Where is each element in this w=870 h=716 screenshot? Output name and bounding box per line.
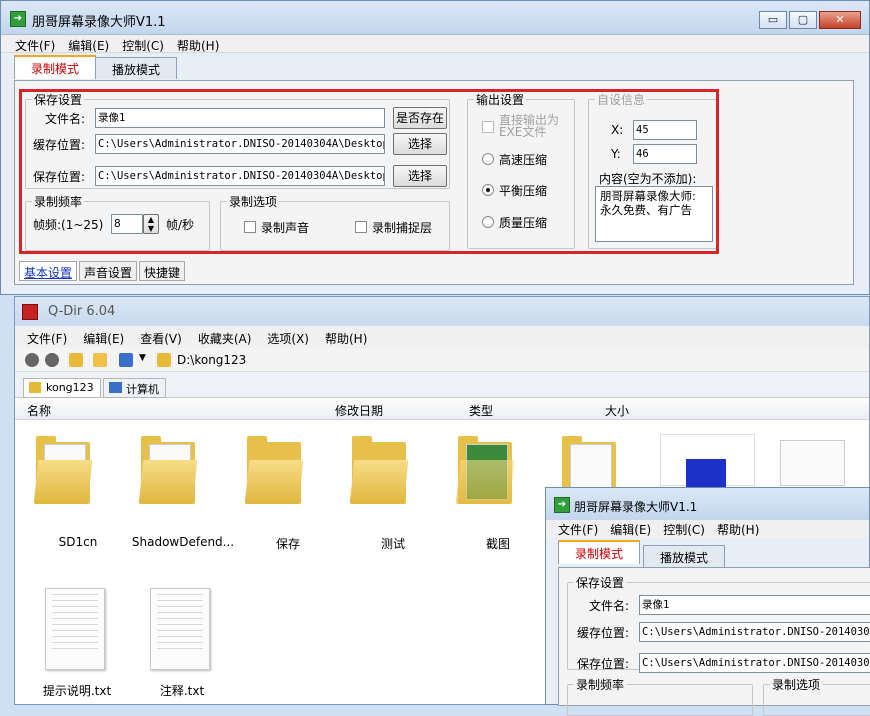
document-icon[interactable]	[780, 440, 845, 486]
overlay-menu-help[interactable]: 帮助(H)	[717, 521, 759, 538]
overlay-panel: 保存设置 文件名: 录像1 缓存位置: C:\Users\Administrat…	[558, 567, 870, 716]
app-icon: ➔	[10, 11, 26, 27]
qdir-toolbar: ▼ D:\kong123	[15, 348, 869, 372]
maximize-button[interactable]: ▢	[789, 11, 817, 29]
tab-play-mode[interactable]: 播放模式	[95, 57, 178, 79]
computer-icon	[109, 382, 122, 393]
menu-help[interactable]: 帮助(H)	[177, 37, 219, 53]
overlay-menu-bar: 文件(F) 编辑(E) 控制(C) 帮助(H)	[546, 520, 869, 538]
column-size[interactable]: 大小	[605, 402, 629, 419]
forward-icon[interactable]	[45, 353, 59, 367]
subtab-basic[interactable]: 基本设置	[19, 261, 78, 281]
up-folder-icon[interactable]	[69, 353, 83, 367]
subtab-hotkeys[interactable]: 快捷键	[139, 261, 186, 281]
app-icon: ➔	[554, 497, 570, 513]
overlay-save-label: 保存位置:	[577, 657, 630, 671]
qdir-menu-favorites[interactable]: 收藏夹(A)	[198, 330, 252, 348]
column-type[interactable]: 类型	[469, 402, 493, 419]
menu-bar: 文件(F) 编辑(E) 控制(C) 帮助(H)	[1, 35, 869, 53]
back-icon[interactable]	[25, 353, 39, 367]
overlay-menu-file[interactable]: 文件(F)	[558, 521, 598, 538]
overlay-menu-edit[interactable]: 编辑(E)	[610, 521, 651, 538]
view-mode-icon[interactable]	[119, 353, 133, 367]
txt-file-icon[interactable]	[45, 588, 105, 670]
overlay-save-field[interactable]: C:\Users\Administrator.DNISO-20140304	[639, 653, 870, 673]
folder-icon-test[interactable]	[349, 434, 409, 504]
column-date[interactable]: 修改日期	[335, 402, 383, 419]
file-name-save[interactable]: 保存	[233, 535, 343, 552]
file-name-shadowdefend[interactable]: ShadowDefend...	[128, 535, 238, 549]
dropdown-arrow-icon[interactable]: ▼	[139, 353, 146, 363]
overlay-cache-label: 缓存位置:	[577, 626, 630, 640]
qdir-menu-help[interactable]: 帮助(H)	[325, 330, 367, 348]
overlay-rate-group: 录制频率	[567, 676, 753, 716]
file-name-test[interactable]: 测试	[338, 535, 448, 552]
qdir-menu-options[interactable]: 选项(X)	[267, 330, 309, 348]
qdir-tab-bar: kong123 计算机	[15, 372, 869, 398]
file-name-sd1cn[interactable]: SD1cn	[23, 535, 133, 549]
file-name-screenshot[interactable]: 截图	[443, 535, 553, 552]
column-name[interactable]: 名称	[27, 402, 51, 419]
overlay-tab-record[interactable]: 录制模式	[558, 540, 641, 564]
title-bar: ➔ 朋哥屏幕录像大师V1.1 ▭ ▢ ✕	[1, 1, 869, 35]
exe-file-icon[interactable]	[660, 434, 755, 487]
folder-icon-shadowdefend[interactable]	[138, 434, 198, 504]
qdir-tab-kong123-label: kong123	[46, 381, 94, 394]
overlay-title-bar: ➔ 朋哥屏幕录像大师V1.1	[546, 488, 869, 520]
new-folder-icon[interactable]	[93, 353, 107, 367]
menu-edit[interactable]: 编辑(E)	[68, 37, 109, 53]
qdir-menu-file[interactable]: 文件(F)	[27, 330, 67, 348]
qdir-tab-kong123[interactable]: kong123	[23, 378, 101, 398]
file-name-notes[interactable]: 注释.txt	[127, 682, 237, 699]
column-header: 名称 修改日期 类型 大小	[15, 398, 869, 420]
address-path[interactable]: D:\kong123	[177, 353, 246, 367]
folder-icon-screenshot[interactable]	[455, 434, 515, 504]
qdir-tab-computer-label: 计算机	[126, 383, 159, 396]
minimize-button[interactable]: ▭	[759, 11, 787, 29]
overlay-menu-control[interactable]: 控制(C)	[663, 521, 705, 538]
close-button[interactable]: ✕	[819, 11, 861, 29]
qdir-menu-view[interactable]: 查看(V)	[140, 330, 182, 348]
qdir-title: Q-Dir 6.04	[48, 304, 116, 319]
overlay-window: ➔ 朋哥屏幕录像大师V1.1 文件(F) 编辑(E) 控制(C) 帮助(H) 录…	[545, 487, 870, 716]
txt-file-icon[interactable]	[150, 588, 210, 670]
window-title: 朋哥屏幕录像大师V1.1	[32, 15, 166, 30]
folder-icon-sd1cn[interactable]	[33, 434, 93, 504]
file-name-readme[interactable]: 提示说明.txt	[22, 682, 132, 699]
qdir-menu-edit[interactable]: 编辑(E)	[83, 330, 124, 348]
folder-icon	[29, 382, 41, 393]
overlay-title: 朋哥屏幕录像大师V1.1	[574, 500, 698, 514]
menu-file[interactable]: 文件(F)	[15, 37, 55, 53]
overlay-cache-field[interactable]: C:\Users\Administrator.DNISO-20140304	[639, 622, 870, 642]
qdir-tab-computer[interactable]: 计算机	[103, 378, 166, 398]
folder-icon	[157, 353, 171, 367]
qdir-title-bar: Q-Dir 6.04	[15, 297, 869, 326]
qdir-app-icon	[22, 304, 38, 320]
folder-icon-save[interactable]	[244, 434, 304, 504]
overlay-options-group: 录制选项	[763, 676, 870, 716]
tab-record-mode[interactable]: 录制模式	[14, 55, 97, 79]
qdir-menu-bar: 文件(F) 编辑(E) 查看(V) 收藏夹(A) 选项(X) 帮助(H)	[15, 326, 869, 348]
subtab-sound[interactable]: 声音设置	[79, 261, 138, 281]
overlay-filename-label: 文件名:	[589, 599, 630, 613]
menu-control[interactable]: 控制(C)	[122, 37, 164, 53]
highlight-box	[19, 89, 719, 254]
overlay-tab-play[interactable]: 播放模式	[643, 545, 726, 567]
overlay-filename-field[interactable]: 录像1	[639, 595, 870, 615]
